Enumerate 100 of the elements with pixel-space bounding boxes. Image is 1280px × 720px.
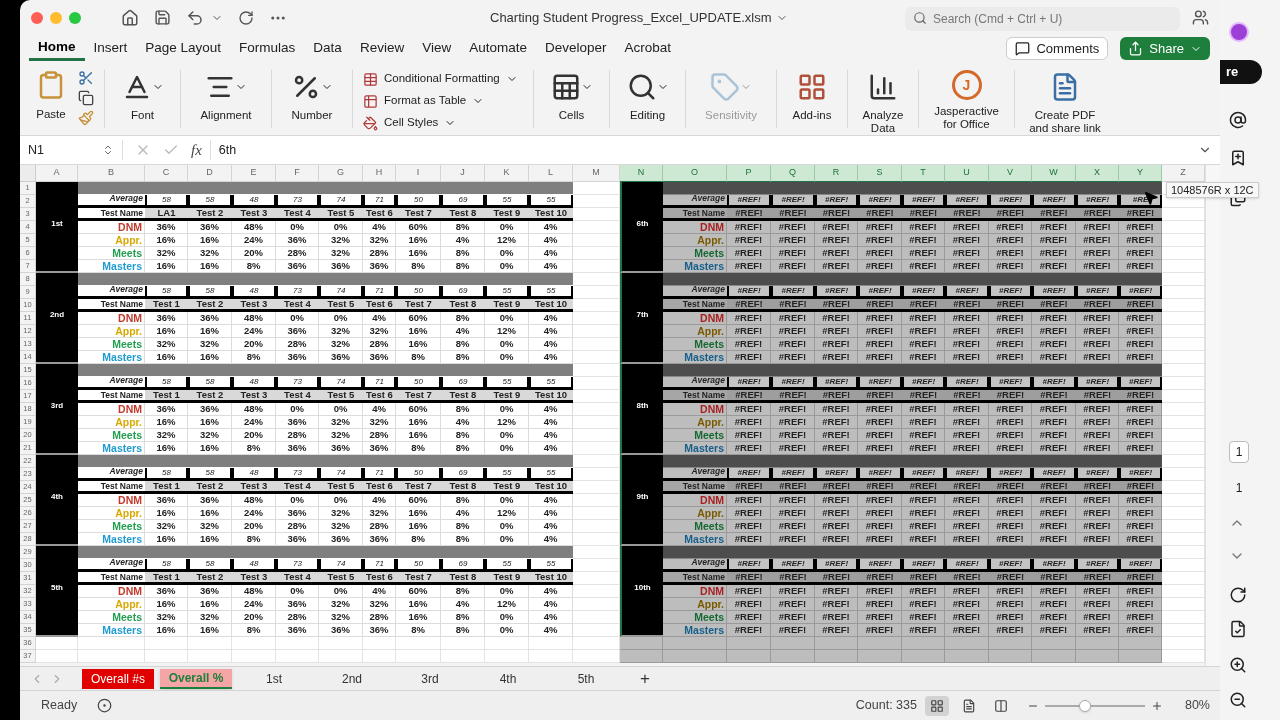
record-icon[interactable] <box>97 698 113 713</box>
paste-button[interactable]: Paste <box>28 66 74 130</box>
sheet-tab[interactable]: 2nd <box>316 668 388 689</box>
table-cell: #REF! <box>727 299 771 312</box>
column-header[interactable]: X <box>1076 165 1119 182</box>
view-button[interactable] <box>924 695 949 716</box>
sheet-tab[interactable]: 3rd <box>394 668 466 689</box>
at-sign-icon[interactable] <box>1229 111 1247 129</box>
zoom-slider[interactable] <box>1044 698 1145 713</box>
ribbon-tab[interactable]: Insert <box>84 36 137 61</box>
ribbon-menu-button[interactable]: Format as Table <box>363 92 523 110</box>
ribbon-button[interactable]: Editing <box>620 66 675 122</box>
copy-icon[interactable] <box>78 90 94 106</box>
column-header[interactable]: T <box>902 165 945 182</box>
ribbon-button[interactable]: Number <box>282 66 342 122</box>
function-button[interactable]: fx <box>191 138 202 162</box>
share-button[interactable]: Share <box>1120 37 1210 60</box>
column-header[interactable]: Y <box>1119 165 1162 182</box>
ribbon-tab[interactable]: Formulas <box>230 36 305 61</box>
column-header[interactable]: M <box>573 165 620 182</box>
avatar[interactable] <box>1229 22 1249 42</box>
table-cell: #REF! <box>1032 221 1076 234</box>
zoom-button[interactable] <box>69 11 81 24</box>
ribbon-tab[interactable]: Data <box>304 36 351 61</box>
ribbon-tab[interactable]: Home <box>29 36 85 61</box>
close-button[interactable] <box>31 11 43 24</box>
document-icon[interactable] <box>1229 620 1247 638</box>
ribbon-tab[interactable]: Page Layout <box>136 36 231 61</box>
column-header[interactable]: I <box>396 165 441 182</box>
column-header[interactable]: N <box>620 165 663 182</box>
ribbon-button[interactable]: Alignment <box>191 66 261 122</box>
ribbon-button[interactable]: Font <box>115 66 170 122</box>
column-header[interactable]: G <box>319 165 363 182</box>
sheet-tab[interactable]: 4th <box>472 668 544 689</box>
column-header[interactable]: S <box>858 165 902 182</box>
sheet-tab[interactable]: 1st <box>238 668 310 689</box>
search-field[interactable]: Search (Cmd + Ctrl + U) <box>905 6 1180 31</box>
table-cell: #REF! <box>1076 377 1119 390</box>
ribbon-tab[interactable]: Developer <box>536 36 616 61</box>
ribbon-menu-button[interactable]: Cell Styles <box>363 114 523 132</box>
column-header[interactable]: R <box>815 165 858 182</box>
table-cell: #REF! <box>1032 260 1076 273</box>
sheet-tab[interactable]: Overall #s <box>82 668 154 689</box>
page-number[interactable]: 1 <box>1229 477 1249 499</box>
table-cell: #REF! <box>815 247 858 260</box>
column-header[interactable]: H <box>363 165 396 182</box>
bookmark-icon[interactable] <box>1229 149 1247 167</box>
table-cell: Test 6 <box>363 481 396 494</box>
table-cell: #REF! <box>945 195 989 208</box>
column-header[interactable]: J <box>441 165 485 182</box>
zoom-level[interactable]: 80% <box>1184 696 1210 715</box>
ribbon-tab[interactable]: Review <box>350 36 414 61</box>
column-header[interactable]: F <box>276 165 319 182</box>
add-sheet-button[interactable]: + <box>636 665 654 692</box>
ribbon-tab[interactable]: Acrobat <box>615 36 681 61</box>
table-cell: #REF! <box>902 611 945 624</box>
column-header[interactable]: Q <box>771 165 815 182</box>
column-header[interactable]: L <box>529 165 573 182</box>
comments-button[interactable]: Comments <box>1006 37 1109 60</box>
column-header[interactable]: B <box>78 165 145 182</box>
column-header[interactable]: C <box>145 165 188 182</box>
scissors-icon[interactable] <box>78 70 94 86</box>
table-cell: 73 <box>276 286 319 299</box>
table-cell: #REF! <box>902 195 945 208</box>
column-header[interactable]: U <box>945 165 989 182</box>
table-cell: 0% <box>319 585 363 598</box>
stepper-icon[interactable] <box>102 143 114 157</box>
zoom-in-icon[interactable] <box>1229 656 1247 674</box>
jasperactive-button[interactable]: J Jasperactive for Office <box>929 66 1004 131</box>
ribbon-tab[interactable]: View <box>413 36 461 61</box>
column-header[interactable]: E <box>232 165 276 182</box>
column-header[interactable]: Z <box>1162 165 1205 182</box>
share-pill[interactable]: re <box>1220 60 1262 84</box>
plus-icon[interactable] <box>1150 699 1163 712</box>
page-number[interactable]: 1 <box>1229 441 1249 463</box>
ribbon-tab[interactable]: Automate <box>460 36 536 61</box>
name-box[interactable]: N1 <box>20 139 102 161</box>
people-icon[interactable] <box>1192 9 1209 26</box>
column-header[interactable]: D <box>188 165 232 182</box>
refresh-icon[interactable] <box>1229 586 1247 604</box>
formula-field[interactable]: 6th <box>218 140 1198 160</box>
column-header[interactable]: K <box>485 165 529 182</box>
home-icon[interactable] <box>121 8 139 27</box>
column-header[interactable]: V <box>989 165 1032 182</box>
column-header[interactable]: O <box>663 165 727 182</box>
slider-thumb[interactable] <box>1078 699 1091 712</box>
ribbon-button[interactable]: Create PDF and share link <box>1025 66 1105 135</box>
ribbon-button[interactable]: Analyze Data <box>858 66 908 135</box>
undo-icon[interactable] <box>186 8 204 27</box>
zoom-out-icon[interactable] <box>1229 691 1247 709</box>
sheet-tab[interactable]: 5th <box>550 668 622 689</box>
ribbon-button[interactable]: Cells <box>544 66 599 122</box>
ribbon-menu-button[interactable]: Conditional Formatting <box>363 70 523 88</box>
column-header[interactable]: A <box>36 165 78 182</box>
save-icon[interactable] <box>154 9 171 26</box>
table-cell: 28% <box>363 247 396 260</box>
column-header[interactable]: P <box>727 165 771 182</box>
column-header[interactable]: W <box>1032 165 1076 182</box>
redo-icon[interactable] <box>238 9 254 26</box>
ribbon-button[interactable]: Add-ins <box>787 66 837 122</box>
